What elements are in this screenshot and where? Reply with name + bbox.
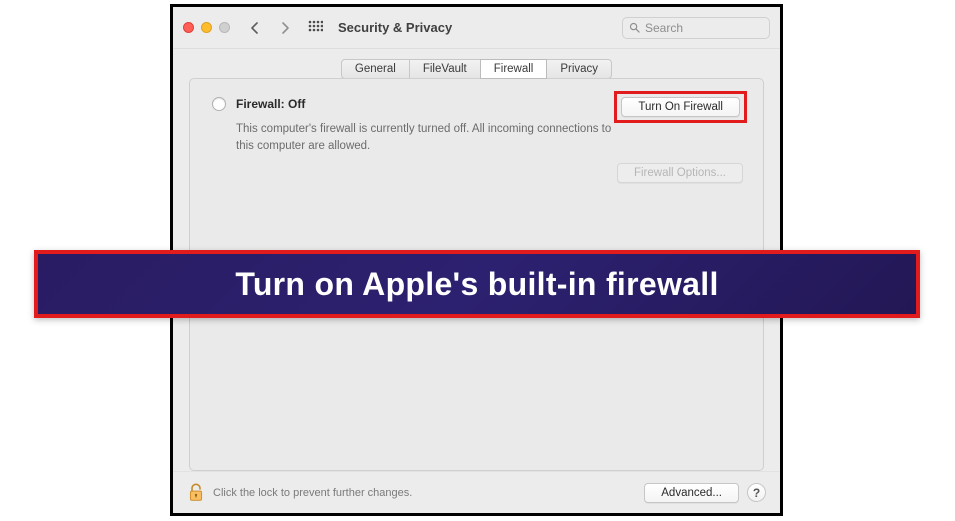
tab-general[interactable]: General (341, 59, 410, 79)
tab-filevault[interactable]: FileVault (409, 59, 481, 79)
turn-on-firewall-button[interactable]: Turn On Firewall (621, 97, 740, 117)
advanced-button[interactable]: Advanced... (644, 483, 739, 503)
tab-privacy[interactable]: Privacy (546, 59, 612, 79)
help-icon: ? (753, 486, 760, 500)
search-icon (629, 22, 640, 33)
forward-button (274, 17, 296, 39)
button-label: Advanced... (661, 487, 722, 499)
highlight-box: Turn On Firewall (614, 91, 747, 123)
button-label: Firewall Options... (634, 167, 726, 179)
help-button[interactable]: ? (747, 483, 766, 502)
button-label: Turn On Firewall (638, 101, 723, 113)
firewall-description: This computer's firewall is currently tu… (236, 121, 616, 154)
tab-label: Privacy (560, 63, 598, 75)
annotation-text: Turn on Apple's built-in firewall (235, 266, 718, 303)
status-indicator-icon (212, 97, 226, 111)
tab-label: Firewall (494, 63, 534, 75)
tab-firewall[interactable]: Firewall (480, 59, 548, 79)
tab-label: FileVault (423, 63, 467, 75)
minimize-icon[interactable] (201, 22, 212, 33)
show-all-icon[interactable] (304, 17, 326, 39)
firewall-options-button: Firewall Options... (617, 163, 743, 183)
window-title: Security & Privacy (338, 20, 452, 35)
firewall-status-label: Firewall: Off (236, 97, 305, 111)
lock-icon[interactable] (187, 482, 205, 504)
window-toolbar: Security & Privacy Search (173, 7, 780, 49)
annotation-banner: Turn on Apple's built-in firewall (34, 250, 920, 318)
search-input[interactable]: Search (622, 17, 770, 39)
search-placeholder: Search (645, 21, 683, 35)
traffic-lights (183, 22, 230, 33)
tab-bar: General FileVault Firewall Privacy (341, 59, 612, 79)
window-footer: Click the lock to prevent further change… (173, 471, 780, 513)
back-button[interactable] (244, 17, 266, 39)
lock-caption: Click the lock to prevent further change… (213, 487, 412, 499)
zoom-icon (219, 22, 230, 33)
tab-label: General (355, 63, 396, 75)
close-icon[interactable] (183, 22, 194, 33)
